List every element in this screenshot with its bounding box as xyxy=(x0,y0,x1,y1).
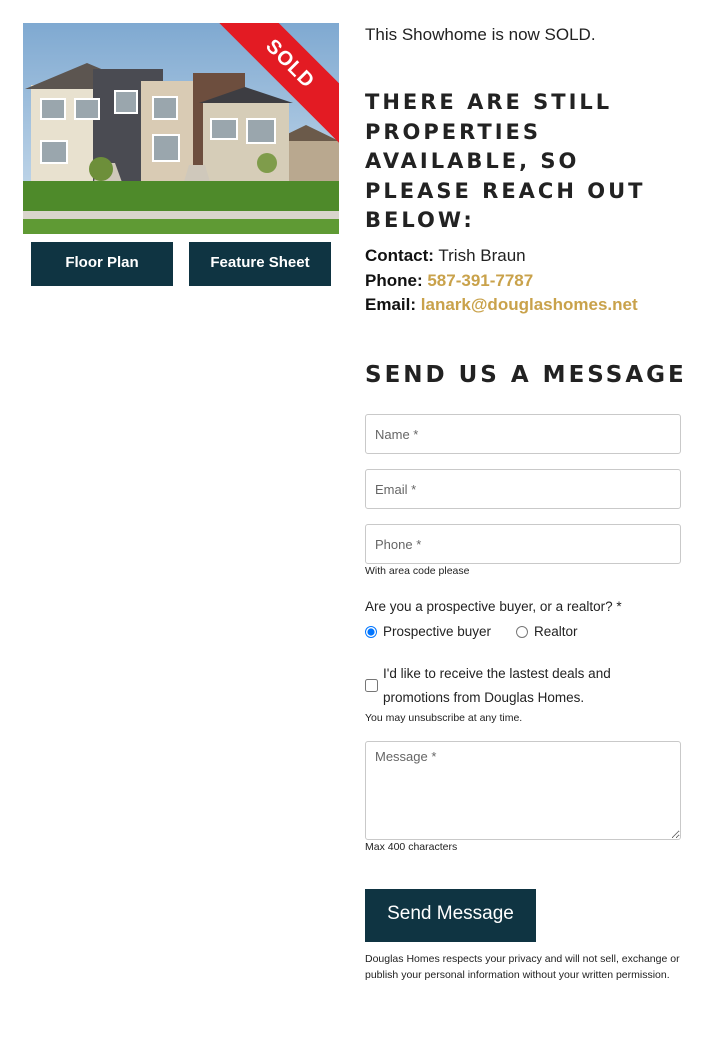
showhome-photo: SOLD xyxy=(23,23,339,234)
message-max-hint: Max 400 characters xyxy=(365,841,458,853)
radio-option-buyer[interactable]: Prospective buyer xyxy=(365,624,491,639)
email-link[interactable]: lanark@douglashomes.net xyxy=(421,295,638,314)
contact-label: Contact: xyxy=(365,246,434,265)
phone-label: Phone: xyxy=(365,270,423,290)
radio-option-realtor[interactable]: Realtor xyxy=(516,624,578,639)
send-message-button[interactable]: Send Message xyxy=(365,889,536,942)
optin-checkbox[interactable] xyxy=(365,679,378,692)
contact-name: Trish Braun xyxy=(438,246,526,265)
buyer-type-question: Are you a prospective buyer, or a realto… xyxy=(365,599,622,614)
sold-note: This Showhome is now SOLD. xyxy=(365,25,596,44)
phone-hint: With area code please xyxy=(365,565,470,577)
email-label: Email: xyxy=(365,295,417,314)
newsletter-optin: I'd like to receive the lastest deals an… xyxy=(365,662,681,710)
email-input[interactable] xyxy=(365,469,681,509)
floor-plan-button[interactable]: Floor Plan xyxy=(31,242,173,286)
contact-row: Contact: Trish Braun xyxy=(365,244,638,269)
buyer-radio[interactable] xyxy=(365,625,377,638)
realtor-radio-label: Realtor xyxy=(534,624,578,639)
availability-heading: THERE ARE STILL PROPERTIES AVAILABLE, SO… xyxy=(365,90,646,232)
realtor-radio[interactable] xyxy=(516,625,528,638)
phone-link[interactable]: 587-391-7787 xyxy=(427,271,533,290)
message-form-heading: SEND US A MESSAGE xyxy=(365,362,687,388)
privacy-notice: Douglas Homes respects your privacy and … xyxy=(365,953,680,981)
message-textarea[interactable] xyxy=(365,741,681,840)
optin-label: I'd like to receive the lastest deals an… xyxy=(383,666,611,705)
email-row: Email: lanark@douglashomes.net xyxy=(365,293,638,318)
name-input[interactable] xyxy=(365,414,681,454)
buyer-radio-label: Prospective buyer xyxy=(383,624,492,639)
contact-details: Contact: Trish Braun Phone: 587-391-7787… xyxy=(365,244,638,318)
phone-input[interactable] xyxy=(365,524,681,564)
phone-row: Phone: 587-391-7787 xyxy=(365,269,638,294)
unsubscribe-hint: You may unsubscribe at any time. xyxy=(365,712,523,724)
document-buttons: Floor Plan Feature Sheet xyxy=(31,242,331,286)
showhome-panel: SOLD Floor Plan Feature Sheet xyxy=(23,23,339,286)
feature-sheet-button[interactable]: Feature Sheet xyxy=(189,242,331,286)
